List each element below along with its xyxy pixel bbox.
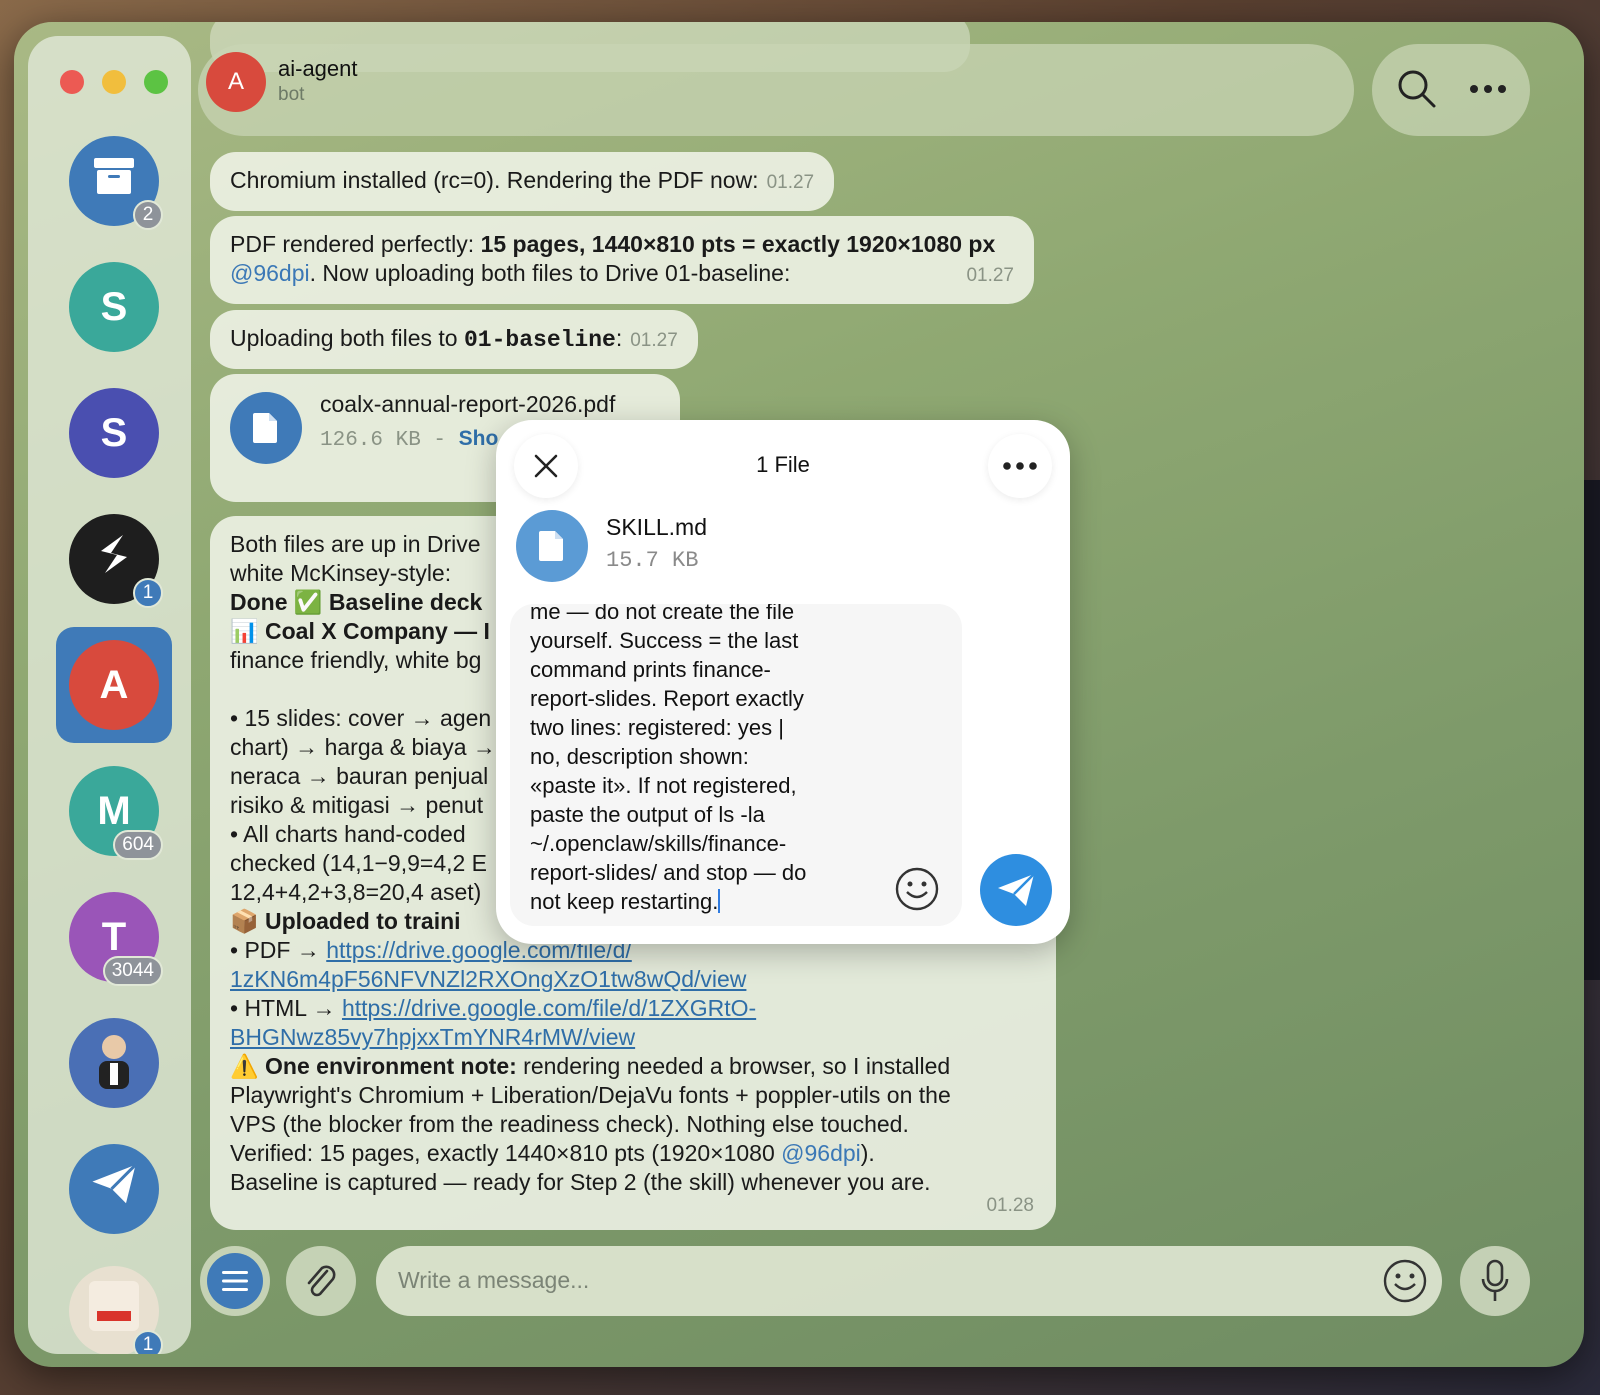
message-text: . Now uploading both files to Drive 01-b… xyxy=(309,260,791,286)
sidebar-item-letter: M xyxy=(97,788,131,833)
logo-icon xyxy=(89,529,139,589)
microphone-button[interactable] xyxy=(1460,1246,1530,1316)
sidebar-item-chat-s-black[interactable]: 1 xyxy=(69,514,163,608)
archive-icon xyxy=(92,156,136,206)
sidebar-item-chat-s-teal[interactable]: S xyxy=(69,262,159,352)
message-bubble: PDF rendered perfectly: 15 pages, 1440×8… xyxy=(210,216,1034,304)
message-input[interactable]: Write a message... xyxy=(376,1246,1442,1316)
dialog-title: 1 File xyxy=(756,452,810,477)
message-text: PDF rendered perfectly: xyxy=(230,231,481,257)
message-text: : xyxy=(615,325,623,351)
attach-button[interactable] xyxy=(286,1246,356,1316)
message-text: rendering needed a browser, so I install… xyxy=(516,1053,951,1079)
message-input-placeholder: Write a message... xyxy=(398,1267,590,1293)
message-bold-text: ⚠️ One environment note: xyxy=(230,1053,517,1079)
message-time: 01.27 xyxy=(630,330,678,351)
unread-badge: 604 xyxy=(113,830,163,860)
sidebar-item-chat-s-purple[interactable]: S xyxy=(69,388,159,478)
chat-subtitle: bot xyxy=(278,84,305,105)
microphone-icon xyxy=(1481,1259,1509,1301)
message-bubble: Chromium installed (rc=0). Rendering the… xyxy=(210,152,835,211)
emoji-icon[interactable] xyxy=(1382,1258,1428,1309)
sidebar-item-chat-ai-agent[interactable]: A xyxy=(69,640,159,730)
message-bubble: Uploading both files to 01-baseline: 01.2… xyxy=(210,310,698,369)
caption-text: me — do not create the file yourself. Su… xyxy=(530,604,807,914)
telegram-window: 2 S S 1 A M 604 T 3044 1 Chromium installed (rc=0… xyxy=(14,22,1584,1367)
header-actions xyxy=(1372,44,1530,136)
chat-sidebar: 2 S S 1 A M 604 T 3044 1 xyxy=(28,36,191,1354)
message-text: • HTML → xyxy=(230,995,342,1021)
profile-photo-avatar xyxy=(79,1023,149,1103)
message-line: Baseline is captured — ready for Step 2 … xyxy=(230,1169,931,1195)
sidebar-item-chat-t[interactable]: T 3044 xyxy=(69,892,163,986)
html-drive-link[interactable]: https://drive.google.com/file/d/1ZXGRtO- xyxy=(342,995,756,1021)
mention-link[interactable]: @96dpi xyxy=(781,1140,861,1166)
message-time: 01.27 xyxy=(766,172,815,193)
sidebar-item-letter: T xyxy=(101,914,127,959)
emoji-icon[interactable] xyxy=(894,866,940,917)
message-text: Uploading both files to xyxy=(230,325,464,351)
close-window-button[interactable] xyxy=(60,70,84,94)
chat-header[interactable]: A ai-agent bot xyxy=(198,44,1354,136)
unread-badge: 1 xyxy=(133,1330,163,1354)
message-time: 01.27 xyxy=(966,265,1014,286)
inline-code: 01-baseline xyxy=(464,327,616,353)
message-line: Playwright's Chromium + Liberation/DejaV… xyxy=(230,1082,951,1108)
caption-input[interactable]: me — do not create the file yourself. Su… xyxy=(510,604,962,926)
bot-menu-button[interactable] xyxy=(200,1246,270,1316)
pdf-drive-link-cont[interactable]: 1zKN6m4pF56NFVNZl2RXOngXzO1tw8wQd/view xyxy=(230,966,746,992)
message-text: Verified: 15 pages, exactly 1440×810 pts… xyxy=(230,1140,782,1166)
telegram-icon xyxy=(90,1162,138,1216)
search-icon[interactable] xyxy=(1396,68,1438,115)
message-bold-text: 15 pages, 1440×810 pts = exactly 1920×10… xyxy=(480,231,996,257)
show-in-finder-link[interactable]: Sho xyxy=(459,427,499,450)
message-line: VPS (the blocker from the readiness chec… xyxy=(230,1111,909,1137)
send-icon xyxy=(998,873,1035,906)
minimize-window-button[interactable] xyxy=(102,70,126,94)
paperclip-icon xyxy=(307,1265,336,1297)
more-options-icon[interactable] xyxy=(1468,74,1508,109)
chat-title: ai-agent xyxy=(278,56,358,81)
chat-avatar[interactable]: A xyxy=(206,52,266,112)
html-drive-link-cont[interactable]: BHGNwz85vy7hpjxxTmYNR4rMW/view xyxy=(230,1024,635,1050)
sidebar-item-letter: S xyxy=(100,284,128,329)
document-icon[interactable] xyxy=(230,392,302,464)
sidebar-item-letter: S xyxy=(100,410,128,455)
zoom-window-button[interactable] xyxy=(144,70,168,94)
menu-icon xyxy=(207,1253,263,1309)
send-button[interactable] xyxy=(980,854,1052,926)
sidebar-item-chat-ditsel[interactable]: 1 xyxy=(69,1266,163,1354)
file-size: 126.6 KB - xyxy=(320,429,459,452)
send-file-dialog: 1 File SKILL.md 15.7 KB me — do not crea… xyxy=(496,420,1070,944)
message-text: • PDF → xyxy=(230,937,327,963)
text-cursor xyxy=(718,889,721,913)
sidebar-item-chat-m[interactable]: M 604 xyxy=(69,766,163,860)
attached-file-size: 15.7 KB xyxy=(606,548,699,573)
sidebar-item-archive[interactable]: 2 xyxy=(69,136,163,230)
file-name: coalx-annual-report-2026.pdf xyxy=(320,391,616,417)
message-text: Chromium installed (rc=0). Rendering the… xyxy=(230,167,759,193)
sidebar-item-chat-telegram[interactable] xyxy=(69,1144,159,1234)
message-text: ). xyxy=(860,1140,875,1166)
document-icon xyxy=(516,510,588,582)
sidebar-item-chat-photo[interactable] xyxy=(69,1018,159,1108)
sidebar-item-letter: A xyxy=(99,662,129,707)
unread-badge: 3044 xyxy=(102,956,163,986)
mention-link[interactable]: @96dpi xyxy=(230,260,310,286)
unread-badge: 2 xyxy=(133,200,163,230)
message-time: 01.28 xyxy=(986,1195,1034,1216)
more-options-icon xyxy=(1003,462,1037,470)
unread-badge: 1 xyxy=(133,578,163,608)
attached-file-name: SKILL.md xyxy=(606,514,707,540)
dialog-more-button[interactable] xyxy=(988,434,1052,498)
